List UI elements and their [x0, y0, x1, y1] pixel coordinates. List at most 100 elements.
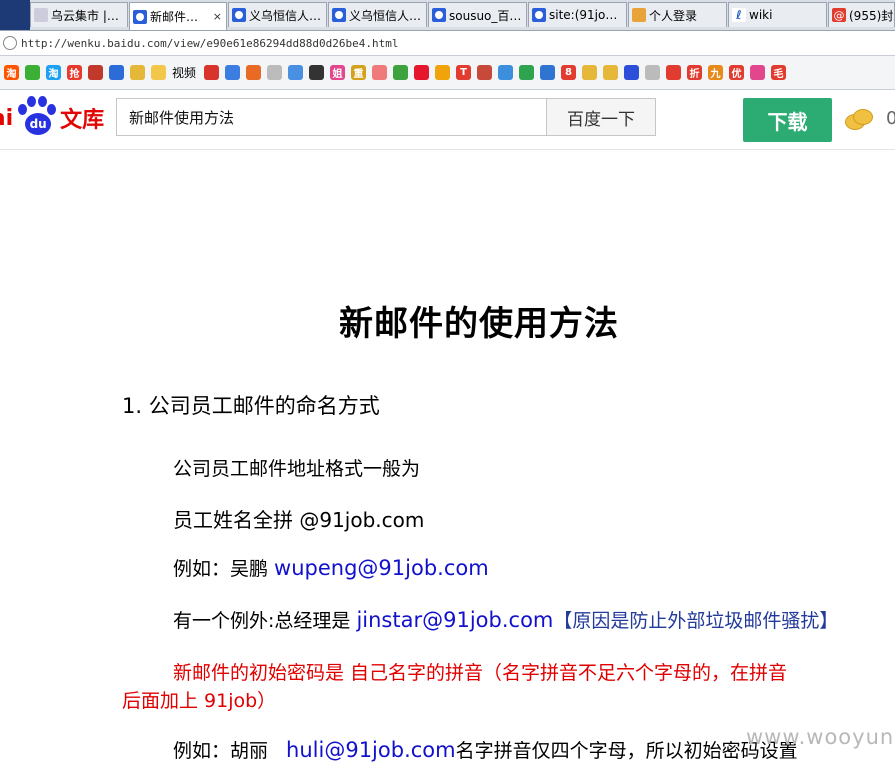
search-input[interactable]: 新邮件使用方法 — [116, 98, 547, 136]
s-icon[interactable] — [246, 65, 262, 80]
baidu-paw-icon: du — [14, 96, 58, 140]
bookmark-bar: 淘淘抢视频姐重 T 8 折九优毛 — [0, 56, 895, 90]
mail-icon[interactable] — [130, 65, 145, 80]
example-prefix: 例如：吴鹏 — [173, 558, 275, 580]
folder-icon[interactable] — [151, 65, 166, 80]
circle-red-icon[interactable] — [204, 65, 220, 80]
email-link[interactable]: jinstar@91job.com — [356, 608, 553, 632]
heart-icon[interactable] — [750, 65, 766, 80]
jie-icon[interactable]: 姐 — [330, 65, 346, 80]
search-bm-icon[interactable] — [109, 65, 124, 80]
paragraph-example-1: 例如：吴鹏 wupeng@91job.com — [173, 554, 489, 581]
tab-label: 新邮件… — [150, 10, 199, 24]
tab-label: 义乌恒信人… — [249, 8, 322, 23]
tab-mail[interactable]: @ (955)封禾 — [828, 2, 895, 27]
mail2-icon[interactable] — [603, 65, 619, 80]
tab-label: sousuo_百… — [449, 8, 522, 23]
tab-wiki[interactable]: ℓ wiki — [728, 2, 827, 27]
tab-yiwu-2[interactable]: 义乌恒信人… — [328, 2, 427, 27]
window-icon[interactable] — [498, 65, 514, 80]
password-rule-line2: 后面加上 91job） — [122, 690, 277, 712]
logo-wenku-text: 文库 — [60, 108, 105, 133]
coin-icon — [845, 107, 873, 130]
tab-site[interactable]: site:(91jo… — [528, 2, 627, 27]
dotted-icon[interactable] — [267, 65, 283, 80]
tao-icon[interactable]: 淘 — [46, 65, 61, 80]
rabbit-icon[interactable] — [372, 65, 388, 80]
address-bar[interactable]: http://wenku.baidu.com/view/e90e61e86294… — [0, 31, 895, 56]
password-rule-line1: 新邮件的初始密码是 自己名字的拼音（名字拼音不足六个字母的，在拼音 — [173, 662, 788, 684]
tab-active-xinyoujian[interactable]: 新邮件… × — [129, 2, 227, 30]
download-button[interactable]: 下载 — [743, 98, 832, 142]
bird-icon[interactable] — [309, 65, 325, 80]
tree-icon[interactable] — [519, 65, 535, 80]
baidu-paw-icon — [232, 8, 246, 22]
tab-label: 乌云集市 |… — [51, 8, 119, 23]
page-icon — [34, 8, 48, 22]
email-link[interactable]: wupeng@91job.com — [274, 556, 489, 580]
document-title: 新邮件的使用方法 — [339, 304, 619, 344]
paragraph-example-2: 例如：胡丽 huli@91job.com名字拼音仅四个字母，所以初始密码设置 — [173, 736, 798, 763]
at-mail-icon: @ — [832, 8, 846, 22]
paw-icon[interactable] — [624, 65, 640, 80]
zhe-icon[interactable]: 折 — [687, 65, 703, 80]
tab-label: site:(91jo… — [549, 8, 618, 22]
people-icon — [632, 8, 646, 22]
shopping-icon[interactable] — [666, 65, 682, 80]
tab-label: 个人登录 — [649, 8, 698, 23]
mao-icon[interactable]: 毛 — [771, 65, 787, 80]
document-page: 新邮件的使用方法 1. 公司员工邮件的命名方式 公司员工邮件地址格式一般为 员工… — [0, 150, 895, 766]
baidu-paw-icon — [133, 9, 147, 24]
wechat-icon[interactable] — [25, 65, 40, 80]
logo-bai-text: Bai — [0, 105, 14, 131]
baidu-wenku-logo[interactable]: Bai du 文库 — [0, 95, 104, 141]
example-prefix: 例如：胡丽 — [173, 740, 275, 762]
game-icon[interactable] — [88, 65, 103, 80]
paragraph-format: 公司员工邮件地址格式一般为 — [173, 458, 421, 480]
pen-icon[interactable] — [288, 65, 304, 80]
logo-du-text: du — [25, 113, 52, 135]
chong-icon[interactable]: 重 — [351, 65, 367, 80]
circle-icon[interactable] — [477, 65, 493, 80]
tab-label: (955)封禾 — [849, 8, 894, 23]
browser-tab-bar: 乌云集市 |… 新邮件… × 义乌恒信人… 义乌恒信人… sousuo_百… s… — [0, 0, 895, 31]
you-icon[interactable]: 优 — [729, 65, 745, 80]
t-icon[interactable]: T — [456, 65, 472, 80]
coin-count: 0 — [886, 108, 895, 129]
blue-circle-icon[interactable] — [225, 65, 241, 80]
page-info-icon — [3, 36, 17, 50]
tab-sousuo[interactable]: sousuo_百… — [428, 2, 527, 27]
baidu-paw-icon — [432, 8, 446, 22]
paragraph-pattern: 员工姓名全拼 @91job.com — [173, 508, 425, 532]
frog-icon[interactable] — [393, 65, 409, 80]
tab-wuyun[interactable]: 乌云集市 |… — [30, 2, 128, 27]
site-header: Bai du 文库 新邮件使用方法 百度一下 下载 0 — [0, 91, 895, 150]
tab-yiwu-1[interactable]: 义乌恒信人… — [228, 2, 327, 27]
section-heading: 1. 公司员工邮件的命名方式 — [122, 394, 380, 418]
eight-icon[interactable]: 8 — [561, 65, 577, 80]
url-text[interactable]: http://wenku.baidu.com/view/e90e61e86294… — [21, 37, 399, 50]
baidu-paw-icon — [532, 8, 546, 22]
qiang-icon[interactable]: 抢 — [67, 65, 82, 80]
weibo-icon[interactable] — [414, 65, 430, 80]
bookmark-video[interactable]: 视频 — [172, 64, 196, 81]
close-tab-icon[interactable]: × — [213, 10, 222, 23]
jiu-icon[interactable]: 九 — [708, 65, 724, 80]
tab-personal-login[interactable]: 个人登录 — [628, 2, 727, 27]
dotted2-icon[interactable] — [645, 65, 661, 80]
tab-label: 义乌恒信人… — [349, 8, 422, 23]
email-link[interactable]: huli@91job.com — [286, 738, 456, 762]
taobao-icon[interactable]: 淘 — [4, 65, 19, 80]
exception-reason: 【原因是防止外部垃圾邮件骚扰】 — [553, 610, 839, 632]
browser-menu-button[interactable] — [0, 0, 30, 30]
cup-icon[interactable] — [582, 65, 598, 80]
star-icon[interactable] — [435, 65, 451, 80]
paragraph-exception: 有一个例外:总经理是 jinstar@91job.com【原因是防止外部垃圾邮件… — [173, 606, 838, 633]
watermark: www.wooyun.org — [746, 725, 895, 749]
telecom-icon: ℓ — [732, 8, 746, 22]
search-button[interactable]: 百度一下 — [546, 98, 656, 136]
tab-label: wiki — [749, 8, 773, 22]
home-icon[interactable] — [540, 65, 556, 80]
exception-prefix: 有一个例外:总经理是 — [173, 610, 357, 632]
baidu-paw-icon — [332, 8, 346, 22]
